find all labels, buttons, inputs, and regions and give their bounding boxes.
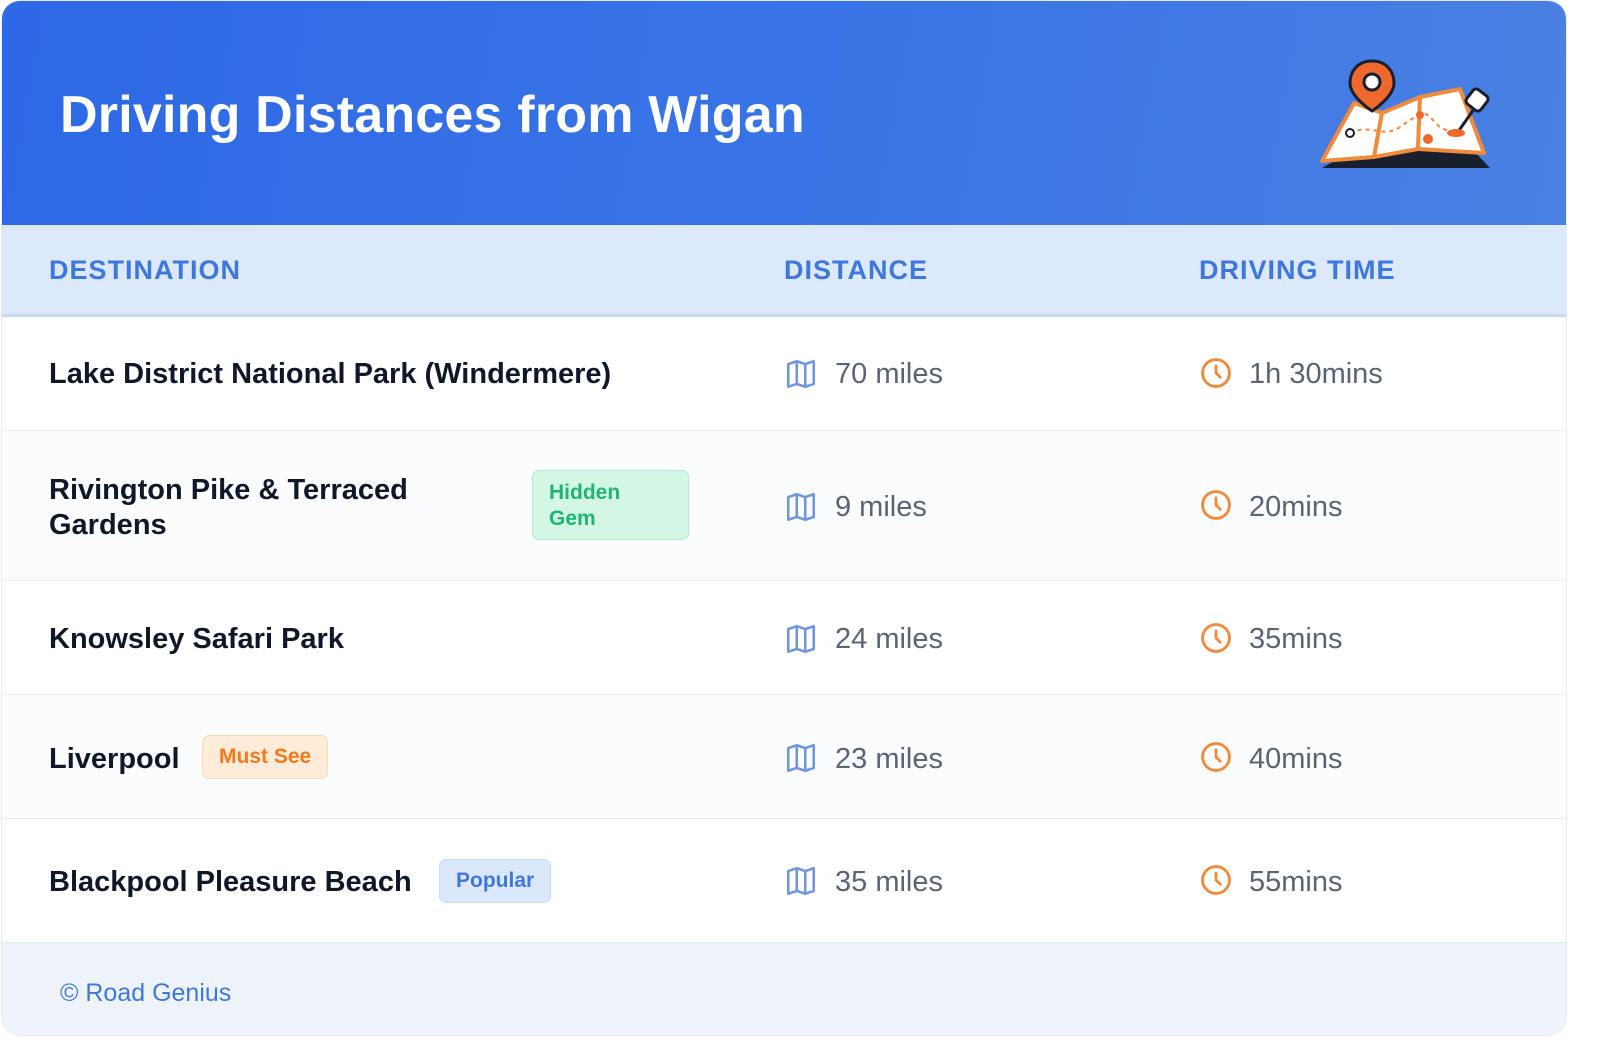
- driving-time-value: 20mins: [1249, 491, 1343, 523]
- badge-hidden-gem: Hidden Gem: [532, 470, 689, 540]
- map-icon: [786, 743, 816, 773]
- map-pin-illustration: [1320, 59, 1490, 168]
- distances-card: Driving Distances from Wigan DESTINATION…: [2, 1, 1566, 1035]
- clock-icon: [1201, 742, 1231, 772]
- driving-time-value: 55mins: [1249, 866, 1343, 898]
- column-header-destination: DESTINATION: [49, 255, 241, 285]
- page-title: Driving Distances from Wigan: [60, 86, 805, 144]
- column-header-row: DESTINATION DISTANCE DRIVING TIME: [2, 225, 1566, 317]
- column-header-distance: DISTANCE: [784, 255, 929, 285]
- footer: © Road Genius: [2, 942, 1566, 1035]
- destination-name: Lake District National Park (Windermere): [49, 358, 612, 390]
- destination-name: Knowsley Safari Park: [49, 623, 344, 655]
- clock-icon: [1201, 358, 1231, 388]
- distance-value: 70 miles: [835, 358, 943, 390]
- table-row: Knowsley Safari Park 24 miles 35mins: [2, 581, 1566, 695]
- distance-value: 23 miles: [835, 743, 943, 775]
- distance-value: 35 miles: [835, 866, 943, 898]
- map-icon: [786, 866, 816, 896]
- map-icon: [786, 624, 816, 654]
- table-row: Lake District National Park (Windermere)…: [2, 317, 1566, 431]
- driving-time-value: 40mins: [1249, 743, 1343, 775]
- distance-value: 9 miles: [835, 491, 927, 523]
- clock-icon: [1201, 623, 1231, 653]
- clock-icon: [1201, 490, 1231, 520]
- header-banner: Driving Distances from Wigan: [2, 1, 1566, 225]
- driving-time-value: 35mins: [1249, 623, 1343, 655]
- badge-must-see: Must See: [202, 735, 329, 779]
- map-icon: [786, 492, 816, 522]
- destination-name: Blackpool Pleasure Beach: [49, 866, 412, 898]
- badge-popular: Popular: [439, 859, 552, 903]
- column-header-driving-time: DRIVING TIME: [1199, 255, 1396, 285]
- table-row: Liverpool Must See 23 miles 40mins: [2, 695, 1566, 819]
- destination-name: Liverpool: [49, 743, 180, 775]
- destination-name: Rivington Pike & Terraced Gardens: [49, 474, 408, 541]
- clock-icon: [1201, 865, 1231, 895]
- footer-credit: © Road Genius: [60, 979, 232, 1007]
- distance-value: 24 miles: [835, 623, 943, 655]
- table-row: Blackpool Pleasure Beach Popular 35 mile…: [2, 819, 1566, 941]
- map-icon: [786, 359, 816, 389]
- table-row: Rivington Pike & Terraced Gardens Hidden…: [2, 431, 1566, 581]
- driving-time-value: 1h 30mins: [1249, 358, 1383, 390]
